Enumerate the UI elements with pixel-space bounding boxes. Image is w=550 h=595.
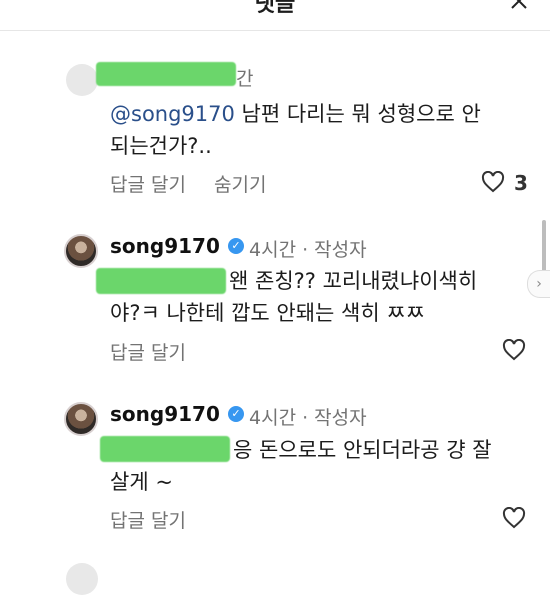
comment-text-part: 남편 다리는 뭐 성형으로 안 [234,102,481,126]
page-title: 댓글 [254,0,296,17]
chevron-right-icon[interactable]: › [527,270,550,298]
mention-link[interactable]: @song9170 [110,102,235,126]
comment-text-line: 응 돈으로도 안되더라공 걍 잘 [233,438,492,462]
comments-header: 댓글 [0,0,550,34]
heart-icon[interactable] [502,339,526,361]
comment-meta: 4시간 · 작성자 [249,239,367,261]
avatar[interactable] [64,402,98,436]
censored-username [96,62,236,86]
heart-icon[interactable] [481,171,505,193]
comment-meta: 4시간 · 작성자 [249,407,367,429]
comment-username[interactable]: song9170 [110,402,220,426]
like-count: 3 [514,171,528,195]
censored-mention [96,268,226,294]
verified-badge-icon: ✓ [228,406,244,422]
reply-button[interactable]: 답글 달기 [110,170,186,197]
reply-button[interactable]: 답글 달기 [110,506,186,533]
comment-text-line: 야?ㅋ 나한테 깝도 안돼는 색히 ㅉㅉ [110,301,426,325]
comment-text-line: 되는건가?.. [110,134,212,158]
comment-text-line: 왠 존칭?? 꼬리내렸냐이색히 [229,269,478,293]
reply-button[interactable]: 답글 달기 [110,338,186,365]
comment-text-line: 살게 ~ [110,470,173,494]
comment-time: 간 [236,68,254,90]
avatar[interactable] [66,563,98,595]
header-divider [0,30,550,31]
hide-button[interactable]: 숨기기 [214,170,266,197]
avatar[interactable] [66,64,98,96]
avatar[interactable] [64,234,98,268]
comment-text: @song9170 남편 다리는 뭐 성형으로 안 [110,98,481,130]
verified-badge-icon: ✓ [228,238,244,254]
comment-username[interactable]: song9170 [110,234,220,258]
censored-mention [100,436,230,462]
close-icon[interactable] [510,0,528,10]
heart-icon[interactable] [502,507,526,529]
